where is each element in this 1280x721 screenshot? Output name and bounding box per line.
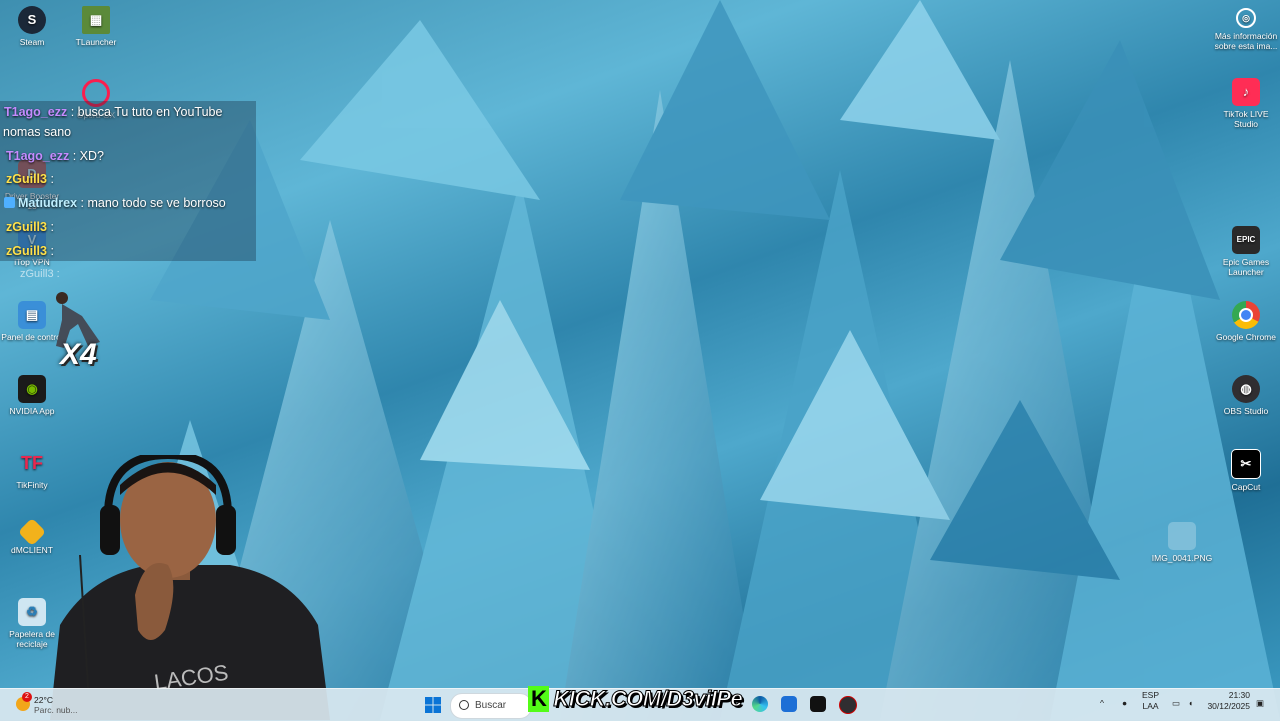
desktop-icon-steam[interactable]: S Steam xyxy=(0,6,64,47)
chat-username: zGuill3 xyxy=(6,220,47,234)
chat-text: nomas sano xyxy=(3,125,72,139)
kick-url: KICK.COM/D3viIPe xyxy=(553,686,743,712)
desktop-icon-label: Google Chrome xyxy=(1215,332,1276,342)
kick-channel-overlay: K KICK.COM/D3viIPe xyxy=(528,686,743,714)
taskbar-search-box[interactable]: Buscar xyxy=(450,693,532,719)
desktop-icon-label: NVIDIA App xyxy=(9,406,55,416)
desktop-icon-image-file[interactable]: IMG_0041.PNG xyxy=(1150,522,1214,563)
desktop-icon-label: OBS Studio xyxy=(1223,406,1269,416)
minecraft-icon: ▦ xyxy=(82,6,110,34)
tray-chevron-icon[interactable]: ^ xyxy=(1100,698,1104,709)
chat-text: : mano todo se ve borroso xyxy=(77,196,226,210)
chat-text: : XD? xyxy=(69,149,104,163)
desktop-icon-label: Más información sobre esta ima... xyxy=(1214,31,1278,51)
chat-message: Matiudrex : mano todo se ve borroso xyxy=(4,196,226,210)
desktop-icon-tlauncher[interactable]: ▦ TLauncher xyxy=(64,6,128,47)
obs-taskbar-icon[interactable] xyxy=(839,696,857,714)
chrome-icon xyxy=(1232,301,1260,329)
network-icon[interactable]: ▭ xyxy=(1172,698,1180,709)
chat-message: zGuill3 : xyxy=(6,220,54,234)
dmclient-icon xyxy=(17,517,47,547)
image-file-icon xyxy=(1168,522,1196,550)
chat-username: Matiudrex xyxy=(18,196,78,210)
obs-icon: ◍ xyxy=(1232,375,1260,403)
notification-bell-icon[interactable]: ▣ xyxy=(1256,698,1264,709)
nvidia-icon: ◉ xyxy=(18,375,46,403)
tikfinity-icon: TF xyxy=(21,453,43,473)
desktop-icon-tiktok-live[interactable]: ♪ TikTok LIVE Studio xyxy=(1214,78,1278,129)
chat-message: zGuill3 : xyxy=(6,172,54,186)
chat-message: T1ago_ezz : XD? xyxy=(6,149,104,163)
lang-top: ESP xyxy=(1142,690,1160,700)
desktop-icon-nvidia[interactable]: ◉ NVIDIA App xyxy=(0,375,64,416)
chat-username: zGuill3 xyxy=(6,172,47,186)
microphone-icon[interactable]: ● xyxy=(1122,698,1127,709)
edge-icon[interactable] xyxy=(752,696,768,712)
lang-bottom: LAA xyxy=(1142,701,1159,711)
desktop-icon-label: TLauncher xyxy=(75,37,117,47)
desktop-icon-label: CapCut xyxy=(1231,482,1261,492)
chat-message: nomas sano xyxy=(3,125,71,139)
desktop-icon-label: TikTok LIVE Studio xyxy=(1223,109,1269,129)
chat-text: : xyxy=(46,172,54,186)
volume-icon[interactable]: ◖ xyxy=(1188,698,1193,709)
search-placeholder: Buscar xyxy=(475,700,507,711)
desktop-icon-image-info[interactable]: ◎ Más información sobre esta ima... xyxy=(1214,8,1278,51)
chat-username: T1ago_ezz xyxy=(4,105,68,119)
chat-message: T1ago_ezz : busca Tu tuto en YouTube xyxy=(4,105,222,119)
desktop-icon-label: Steam xyxy=(19,37,45,47)
weather-alert-badge: 2 xyxy=(22,692,32,702)
desktop-icon-epic-games[interactable]: EPIC Epic Games Launcher xyxy=(1214,226,1278,277)
capcut-taskbar-icon[interactable] xyxy=(810,696,826,712)
search-icon xyxy=(459,700,469,710)
chat-text: : xyxy=(46,244,54,258)
stream-chat-overlay: T1ago_ezz : busca Tu tuto en YouTube nom… xyxy=(0,101,256,261)
chat-badge-icon xyxy=(4,197,15,208)
recycle-bin-icon: ♻ xyxy=(18,598,46,626)
weather-temp: 22°C xyxy=(34,695,53,705)
chat-username: zGuill3 xyxy=(6,244,47,258)
webcam-feed: LACOS xyxy=(50,455,330,720)
clock-date: 30/12/2025 xyxy=(1207,701,1250,711)
clock-time: 21:30 xyxy=(1228,690,1250,700)
windows-start-icon[interactable] xyxy=(425,697,441,713)
chat-username: T1ago_ezz xyxy=(6,149,70,163)
clock[interactable]: 21:30 30/12/2025 xyxy=(1206,690,1250,712)
chat-fading-username: zGuill3 : xyxy=(20,268,60,280)
desktop-icon-chrome[interactable]: Google Chrome xyxy=(1214,301,1278,342)
combo-multiplier: X4 xyxy=(60,338,97,371)
desktop-icon-capcut[interactable]: ✂ CapCut xyxy=(1214,449,1278,492)
desktop-icon-label: Epic Games Launcher xyxy=(1222,257,1270,277)
steam-icon: S xyxy=(18,6,46,34)
chat-text: : busca Tu tuto en YouTube xyxy=(67,105,223,119)
desktop-icon-obs[interactable]: ◍ OBS Studio xyxy=(1214,375,1278,416)
epic-games-icon: EPIC xyxy=(1232,226,1260,254)
capcut-icon: ✂ xyxy=(1231,449,1261,479)
store-icon[interactable] xyxy=(781,696,797,712)
weather-desc: Parc. nub... xyxy=(34,705,78,715)
info-camera-icon: ◎ xyxy=(1236,8,1256,28)
kick-logo-icon: K xyxy=(528,686,550,712)
control-panel-icon: ▤ xyxy=(18,301,46,329)
chat-text: : xyxy=(46,220,54,234)
tiktok-icon: ♪ xyxy=(1232,78,1260,106)
desktop-icon-label: IMG_0041.PNG xyxy=(1151,553,1213,563)
chat-message: zGuill3 : xyxy=(6,244,54,258)
language-indicator[interactable]: ESP LAA xyxy=(1142,690,1159,712)
